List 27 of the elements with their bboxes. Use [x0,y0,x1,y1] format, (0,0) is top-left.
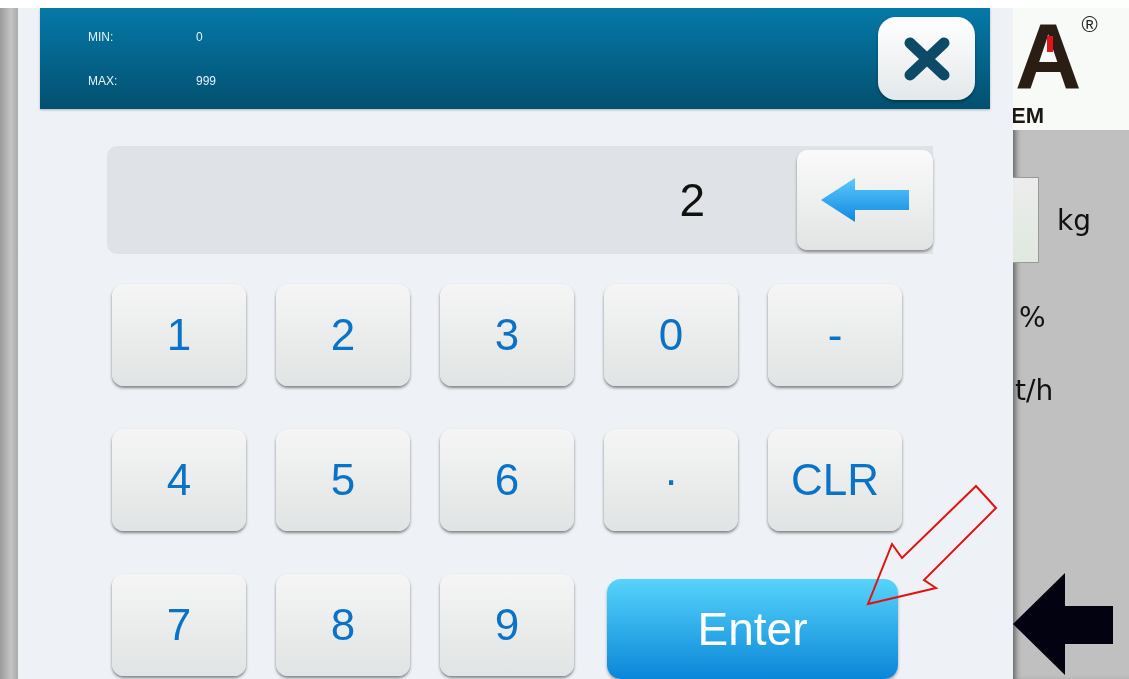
input-field[interactable] [1013,177,1039,263]
keypad-key[interactable]: 4 [112,429,246,531]
max-value: 999 [196,73,217,88]
enter-button[interactable]: Enter [607,579,898,679]
keypad-key[interactable]: CLR [768,429,902,531]
logo: A® EM [1013,8,1129,130]
keypad-key[interactable]: · [604,429,738,531]
keypad-key[interactable]: 9 [440,574,574,676]
keypad-key[interactable]: 3 [440,284,574,386]
left-arrow-icon [821,178,909,222]
logo-accent-icon [1047,36,1053,52]
backspace-button[interactable] [797,150,933,250]
keypad-key[interactable]: 7 [112,574,246,676]
unit-label: % [1019,301,1046,334]
unit-label: t/h [1015,374,1054,407]
min-value: 0 [196,29,204,44]
close-button[interactable] [878,17,975,100]
keypad-key[interactable]: 8 [276,574,410,676]
keypad-key[interactable]: 2 [276,284,410,386]
keypad-key[interactable]: 5 [276,429,410,531]
unit-label: kg [1057,203,1091,237]
min-label: MIN: [88,29,115,44]
keypad-key[interactable]: 0 [604,284,738,386]
max-label: MAX: [88,73,119,88]
keypad-key[interactable]: 1 [112,284,246,386]
keypad-key[interactable]: - [768,284,902,386]
keypad-key[interactable]: 6 [440,429,574,531]
